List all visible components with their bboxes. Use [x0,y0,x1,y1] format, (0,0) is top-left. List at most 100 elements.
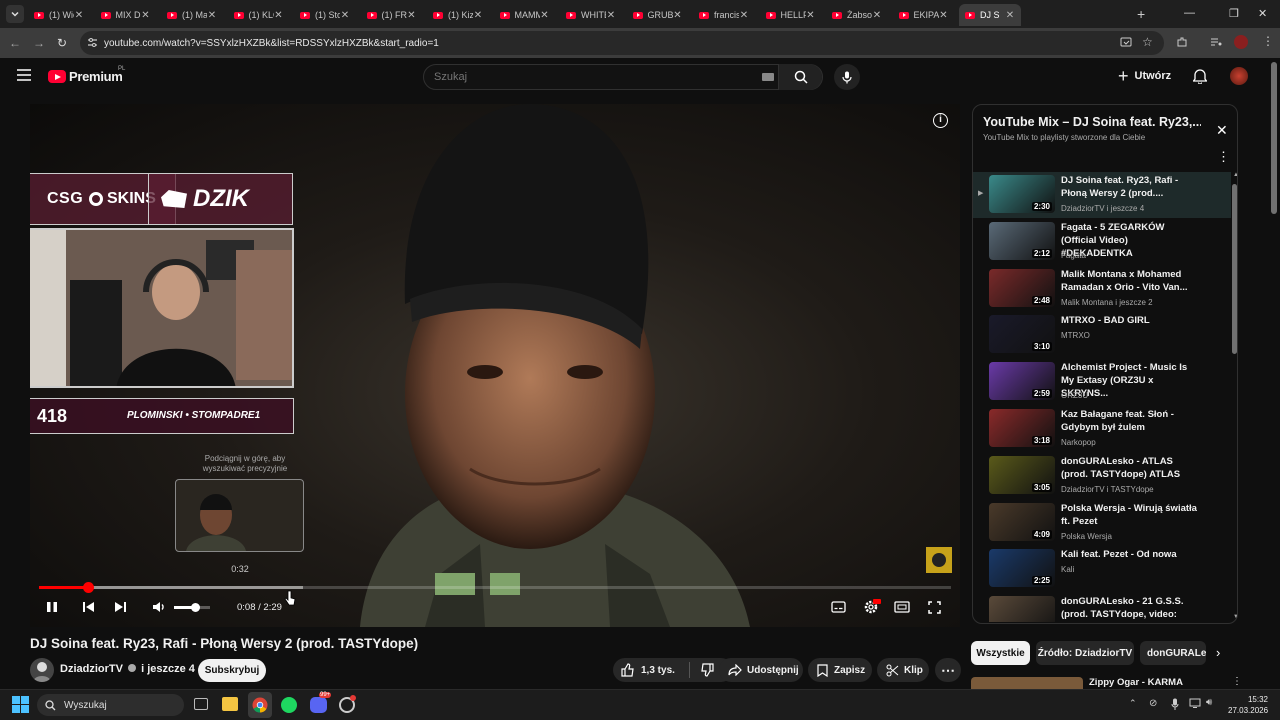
subtitles-button[interactable] [831,601,846,613]
spotify-icon[interactable] [281,697,297,713]
channel-avatar[interactable] [30,658,54,682]
share-button[interactable]: Udostępnij [719,658,803,682]
create-button[interactable]: + Utwórz [1118,66,1171,86]
profile-avatar[interactable] [1234,35,1248,49]
tab-close-icon[interactable]: ✕ [673,10,683,21]
like-button[interactable]: 1,3 tys. [621,663,675,677]
taskbar-clock[interactable]: 15:32 27.03.2026 [1228,694,1268,716]
playlist-item[interactable]: 4:09 Polska Wersja - Wirują światła ft. P… [973,500,1231,546]
scrubber-handle[interactable] [82,582,94,593]
theater-mode-button[interactable] [894,601,910,613]
video-player[interactable]: CSG SKINS DZIK 418 PLOMINSKI • STOMPADRE… [30,104,960,627]
browser-tab[interactable]: (1) Mal✕ [161,4,223,26]
recommended-thumbnail[interactable] [971,677,1083,689]
recommended-title[interactable]: Zippy Ogar - KARMA [1089,677,1183,688]
tab-close-icon[interactable]: ✕ [806,10,816,21]
save-button[interactable]: Zapisz [808,658,872,682]
hamburger-menu-icon[interactable] [17,69,31,81]
tab-close-icon[interactable]: ✕ [74,10,84,21]
playlist-title[interactable]: YouTube Mix – DJ Soina feat. Ry23,... [983,115,1201,129]
progress-track[interactable] [39,582,951,593]
file-explorer-icon[interactable] [222,697,238,711]
tab-close-icon[interactable]: ✕ [274,10,284,21]
browser-tab[interactable]: EKIPA ✕ [893,4,955,26]
minimize-icon[interactable]: — [1184,7,1195,19]
youtube-logo-icon[interactable] [48,70,66,83]
tab-close-icon[interactable]: ✕ [207,10,217,21]
browser-tab[interactable]: DJ S ✕ [959,4,1021,26]
playlist-item[interactable]: 2:59 Alchemist Project - Music Is My Exta… [973,359,1231,405]
task-view-icon[interactable] [194,698,208,710]
more-actions-button[interactable]: ⋯ [935,658,961,682]
back-arrow-icon[interactable]: ← [9,36,21,50]
browser-tab[interactable]: (1) Stop✕ [294,4,356,26]
scroll-up-icon[interactable]: ▲ [1233,172,1237,178]
playlist-item[interactable]: 3:10 MTRXO - BAD GIRL MTRXO [973,312,1231,358]
playlist-item[interactable]: 2:48 Malik Montana x Mohamed Ramadan x Or… [973,266,1231,312]
volume-knob[interactable] [191,602,201,612]
search-button[interactable] [778,64,822,90]
tab-close-icon[interactable]: ✕ [606,10,616,21]
clip-button[interactable]: Klip [877,658,929,682]
pause-button[interactable] [46,601,58,613]
playlist-item[interactable]: 3:18 Kaz Bałagane feat. Słoń - Gdybym był… [973,406,1231,452]
windows-start-icon[interactable] [12,696,29,713]
volume-slider[interactable] [174,602,210,612]
browser-menu-icon[interactable]: ⋮ [1262,34,1274,48]
bookmark-star-icon[interactable]: ☆ [1142,35,1153,49]
tray-mic-icon[interactable] [1171,698,1179,710]
reload-icon[interactable]: ↻ [57,36,67,50]
browser-tab[interactable]: HELLFI✕ [760,4,822,26]
channel-watermark[interactable] [926,547,952,573]
brand-label[interactable]: Premium [69,69,123,84]
taskbar-search[interactable]: Wyszukaj [37,694,184,716]
chip-artist[interactable]: donGURALesko [1140,641,1206,665]
tab-search-button[interactable] [6,5,24,23]
channel-name[interactable]: DziadziorTV i jeszcze 4 [60,663,195,675]
media-control-icon[interactable] [1210,37,1222,47]
playlist-scrollbar[interactable]: ▲ ▼ [1231,172,1237,622]
chip-all[interactable]: Wszystkie [971,641,1030,665]
previous-button[interactable] [82,601,95,613]
extensions-icon[interactable] [1176,36,1188,48]
playlist-item[interactable]: 2:25 Kali feat. Pezet - Od nowa Kali [973,546,1231,592]
browser-tab[interactable]: francis ✕ [693,4,755,26]
new-tab-button[interactable]: + [1137,6,1145,22]
tab-close-icon[interactable]: ✕ [407,10,417,21]
playlist-menu-icon[interactable]: ⋮ [1217,149,1230,165]
address-bar[interactable]: youtube.com/watch?v=SSYxlzHXZBk&list=RDS… [80,31,1164,55]
recommended-menu-icon[interactable]: ⋮ [1232,676,1242,687]
fullscreen-button[interactable] [928,601,941,614]
site-info-icon[interactable] [87,37,98,48]
tab-close-icon[interactable]: ✕ [739,10,749,21]
scroll-down-icon[interactable]: ▼ [1233,614,1237,620]
playlist-item[interactable]: 3:05 donGURALesko - ATLAS (prod. TASTYdop… [973,453,1231,499]
browser-tab[interactable]: WHITE✕ [560,4,622,26]
subscribe-button[interactable]: Subskrybuj [198,659,266,682]
browser-tab[interactable]: (1) Kizo✕ [427,4,489,26]
playlist-item[interactable]: 3:20donGURALesko - 21 G.S.S. (prod. TAST… [973,593,1231,622]
mute-button[interactable] [152,600,167,614]
chrome-taskbar-button[interactable] [248,692,272,718]
tab-close-icon[interactable]: ✕ [1005,10,1015,21]
app-icon[interactable] [339,695,356,713]
dislike-button[interactable] [700,663,714,677]
speaker-icon[interactable]: 🔊︎ [1206,697,1212,708]
browser-tab[interactable]: GRUBS✕ [627,4,689,26]
tab-close-icon[interactable]: ✕ [473,10,483,21]
chip-source[interactable]: Źródło: DziadziorTV [1036,641,1134,665]
settings-button[interactable] [863,599,881,615]
browser-tab[interactable]: (1) KLO✕ [228,4,290,26]
page-scrollbar[interactable] [1271,62,1277,214]
playlist-item[interactable]: 2:12 Fagata - 5 ZEGARKÓW (Official Video)… [973,219,1231,265]
playlist-scroll-thumb[interactable] [1232,184,1237,354]
search-input[interactable] [434,69,754,85]
tab-close-icon[interactable]: ✕ [141,10,151,21]
voice-search-button[interactable] [834,64,860,90]
maximize-icon[interactable]: ❐ [1229,7,1239,20]
info-icon[interactable]: i [933,113,948,128]
tab-close-icon[interactable]: ✕ [872,10,882,21]
tab-close-icon[interactable]: ✕ [340,10,350,21]
browser-tab[interactable]: MIX DO✕ [95,4,157,26]
chip-next-chevron-icon[interactable]: › [1216,645,1220,660]
